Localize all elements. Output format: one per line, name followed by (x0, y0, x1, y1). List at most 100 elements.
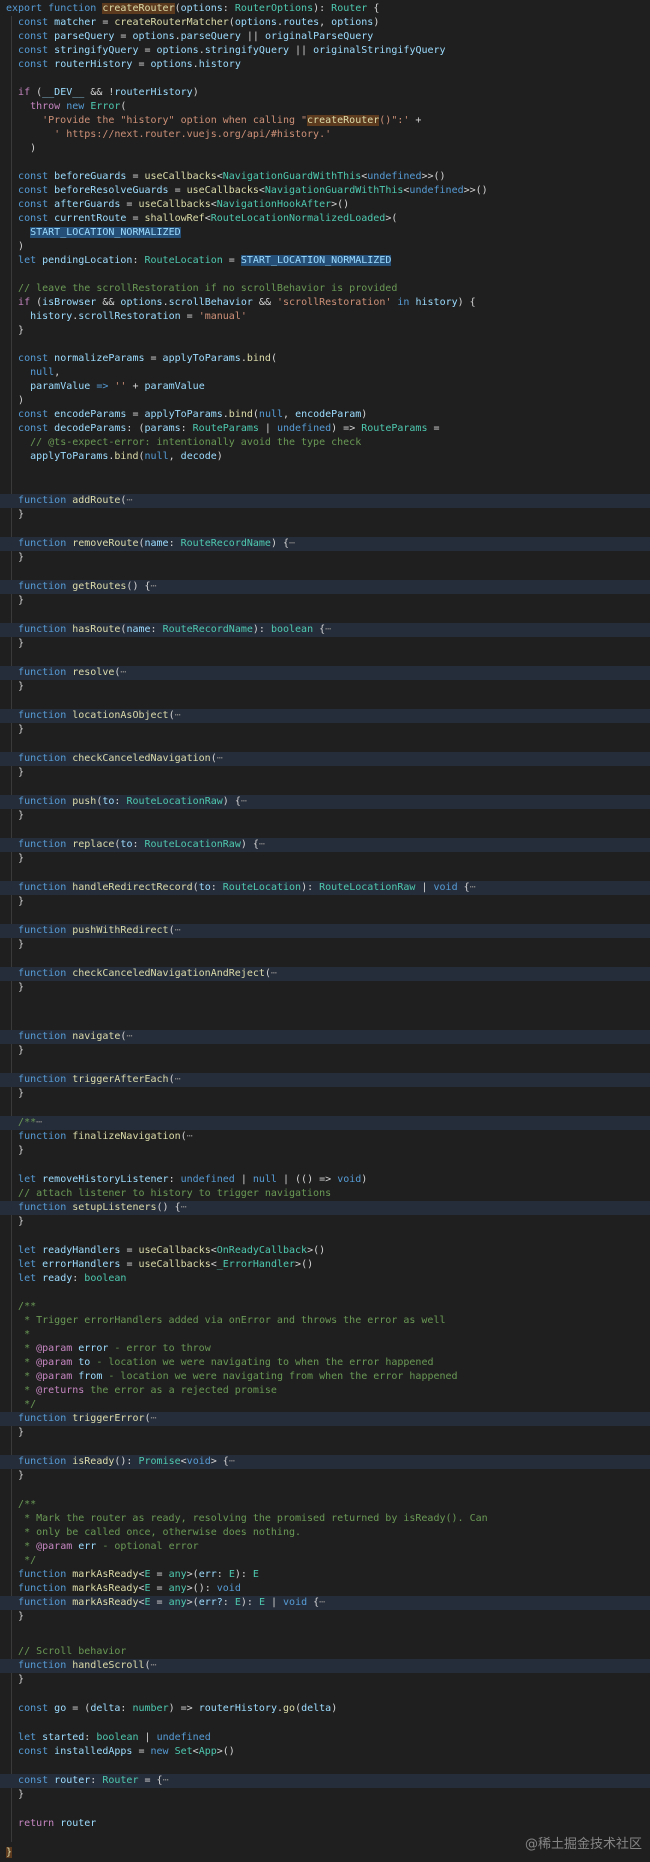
code-line[interactable]: } (0, 1469, 650, 1483)
code-line[interactable]: * @param err - optional error (0, 1540, 650, 1554)
code-line[interactable]: const routerHistory = options.history (0, 58, 650, 72)
code-line[interactable]: function replace(to: RouteLocationRaw) {… (0, 838, 650, 852)
code-line[interactable]: // Scroll behavior (0, 1645, 650, 1659)
code-line[interactable]: ) (0, 240, 650, 254)
code-line[interactable]: /** (0, 1300, 650, 1314)
code-line[interactable]: } (0, 723, 650, 737)
code-line[interactable]: * @param from - location we were navigat… (0, 1370, 650, 1384)
code-line[interactable]: START_LOCATION_NORMALIZED (0, 226, 650, 240)
code-line[interactable]: paramValue => '' + paramValue (0, 380, 650, 394)
code-line[interactable]: } (0, 324, 650, 338)
code-line[interactable]: } (0, 508, 650, 522)
code-line[interactable]: function push(to: RouteLocationRaw) {⋯ (0, 795, 650, 809)
code-line[interactable]: function setupListeners() {⋯ (0, 1201, 650, 1215)
code-line[interactable]: let readyHandlers = useCallbacks<OnReady… (0, 1244, 650, 1258)
code-line[interactable]: const go = (delta: number) => routerHist… (0, 1702, 650, 1716)
code-line[interactable]: } (0, 551, 650, 565)
code-line[interactable]: const router: Router = {⋯ (0, 1774, 650, 1788)
code-line[interactable]: if (isBrowser && options.scrollBehavior … (0, 296, 650, 310)
code-line[interactable]: function checkCanceledNavigation(⋯ (0, 752, 650, 766)
code-line[interactable]: null, (0, 366, 650, 380)
code-line[interactable]: } (0, 981, 650, 995)
code-line[interactable]: function resolve(⋯ (0, 666, 650, 680)
code-line[interactable]: function markAsReady<E = any>(err: E): E (0, 1568, 650, 1582)
code-line[interactable]: const beforeGuards = useCallbacks<Naviga… (0, 170, 650, 184)
code-line[interactable]: const parseQuery = options.parseQuery ||… (0, 30, 650, 44)
code-line[interactable]: function addRoute(⋯ (0, 494, 650, 508)
code-line[interactable]: throw new Error( (0, 100, 650, 114)
code-line[interactable]: function hasRoute(name: RouteRecordName)… (0, 623, 650, 637)
code-line[interactable]: function pushWithRedirect(⋯ (0, 924, 650, 938)
code-line[interactable]: const decodeParams: (params: RouteParams… (0, 422, 650, 436)
code-line[interactable]: } (0, 809, 650, 823)
code-line[interactable]: let removeHistoryListener: undefined | n… (0, 1173, 650, 1187)
code-line[interactable]: * (0, 1328, 650, 1342)
code-line[interactable]: * Mark the router as ready, resolving th… (0, 1512, 650, 1526)
code-line[interactable]: const afterGuards = useCallbacks<Navigat… (0, 198, 650, 212)
code-line[interactable]: const installedApps = new Set<App>() (0, 1745, 650, 1759)
code-line[interactable]: * only be called once, otherwise does no… (0, 1526, 650, 1540)
code-line[interactable]: */ (0, 1398, 650, 1412)
code-line[interactable]: applyToParams.bind(null, decode) (0, 450, 650, 464)
code-line[interactable]: const matcher = createRouterMatcher(opti… (0, 16, 650, 30)
code-line[interactable]: * @param error - error to throw (0, 1342, 650, 1356)
code-line[interactable]: ' https://next.router.vuejs.org/api/#his… (0, 128, 650, 142)
code-line[interactable]: export function createRouter(options: Ro… (0, 2, 650, 16)
code-line[interactable]: let pendingLocation: RouteLocation = STA… (0, 254, 650, 268)
code-line[interactable]: function checkCanceledNavigationAndRejec… (0, 967, 650, 981)
code-line[interactable]: */ (0, 1554, 650, 1568)
code-line[interactable]: } (0, 852, 650, 866)
code-line[interactable]: function handleRedirectRecord(to: RouteL… (0, 881, 650, 895)
code-line[interactable]: } (0, 594, 650, 608)
code-line[interactable]: // leave the scrollRestoration if no scr… (0, 282, 650, 296)
code-line[interactable]: /**⋯ (0, 1116, 650, 1130)
code-line[interactable]: } (0, 766, 650, 780)
code-line[interactable]: function getRoutes() {⋯ (0, 580, 650, 594)
code-line[interactable]: let errorHandlers = useCallbacks<_ErrorH… (0, 1258, 650, 1272)
code-line[interactable]: } (0, 1610, 650, 1624)
code-line[interactable]: } (0, 1044, 650, 1058)
code-line[interactable]: function locationAsObject(⋯ (0, 709, 650, 723)
code-line[interactable]: function triggerAfterEach(⋯ (0, 1073, 650, 1087)
code-editor[interactable]: export function createRouter (options: Ro… (0, 0, 650, 1862)
code-line[interactable]: function finalizeNavigation(⋯ (0, 1130, 650, 1144)
code-line[interactable]: function isReady(): Promise<void> {⋯ (0, 1455, 650, 1469)
code-token: // attach listener to history to trigger… (18, 1188, 332, 1199)
code-line[interactable]: * Trigger errorHandlers added via onErro… (0, 1314, 650, 1328)
code-line[interactable]: history.scrollRestoration = 'manual' (0, 310, 650, 324)
code-line[interactable]: let started: boolean | undefined (0, 1731, 650, 1745)
code-line[interactable]: ) (0, 394, 650, 408)
code-line[interactable]: if (__DEV__ && !routerHistory) (0, 86, 650, 100)
code-line[interactable]: 'Provide the "history" option when calli… (0, 114, 650, 128)
code-line[interactable]: const normalizeParams = applyToParams.bi… (0, 352, 650, 366)
code-line[interactable]: } (0, 1087, 650, 1101)
code-line[interactable]: function triggerError(⋯ (0, 1412, 650, 1426)
code-line[interactable]: ) (0, 142, 650, 156)
code-line[interactable]: function removeRoute(name: RouteRecordNa… (0, 537, 650, 551)
code-line[interactable]: } (0, 1144, 650, 1158)
code-line[interactable]: let ready: boolean (0, 1272, 650, 1286)
code-line[interactable]: } (0, 1215, 650, 1229)
code-line[interactable]: * @returns the error as a rejected promi… (0, 1384, 650, 1398)
code-line[interactable]: } (0, 895, 650, 909)
code-line[interactable]: return router (0, 1817, 650, 1831)
code-line[interactable]: } (0, 680, 650, 694)
code-line[interactable]: // @ts-expect-error: intentionally avoid… (0, 436, 650, 450)
code-line[interactable]: function markAsReady<E = any>(err?: E): … (0, 1596, 650, 1610)
code-line[interactable]: const stringifyQuery = options.stringify… (0, 44, 650, 58)
code-line[interactable]: function markAsReady<E = any>(): void (0, 1582, 650, 1596)
code-line[interactable]: } (0, 938, 650, 952)
code-line[interactable]: } (0, 637, 650, 651)
code-line[interactable]: } (0, 1426, 650, 1440)
code-line[interactable]: const beforeResolveGuards = useCallbacks… (0, 184, 650, 198)
code-line[interactable]: * @param to - location we were navigatin… (0, 1356, 650, 1370)
code-line[interactable]: function handleScroll(⋯ (0, 1659, 650, 1673)
code-line[interactable]: // attach listener to history to trigger… (0, 1187, 650, 1201)
code-line[interactable]: const encodeParams = applyToParams.bind(… (0, 408, 650, 422)
code-line[interactable]: const currentRoute = shallowRef<RouteLoc… (0, 212, 650, 226)
code-line[interactable]: } (0, 1673, 650, 1687)
code-line[interactable]: /** (0, 1498, 650, 1512)
code-line[interactable]: function navigate(⋯ (0, 1030, 650, 1044)
code-line[interactable]: } (0, 1788, 650, 1802)
